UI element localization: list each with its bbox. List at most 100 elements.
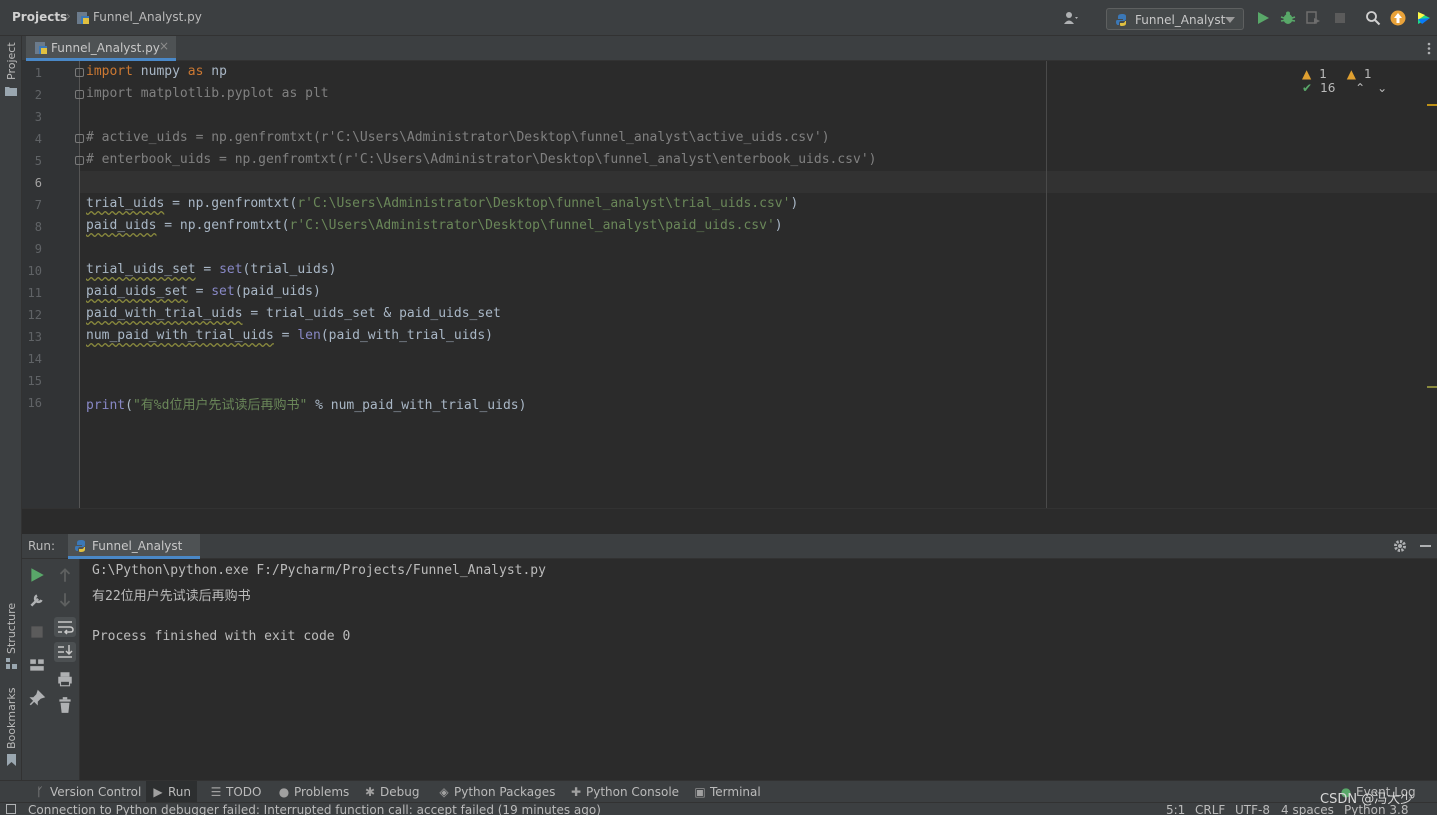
caret-position[interactable]: 5:1	[1166, 803, 1185, 815]
chevron-up-icon[interactable]: ⌃	[1355, 81, 1365, 95]
fold-marker-icon[interactable]	[75, 134, 84, 143]
line-number: 7	[34, 198, 42, 212]
line-number: 2	[34, 88, 42, 102]
warning-icon: ▲	[1302, 67, 1312, 81]
fold-marker-icon[interactable]	[75, 68, 84, 77]
code-line-5: # enterbook_uids = np.genfromtxt(r'C:\Us…	[86, 152, 877, 167]
print-icon[interactable]	[56, 670, 74, 688]
tool-tab-todo[interactable]: ☰ TODO	[210, 785, 262, 799]
console-line: Process finished with exit code 0	[92, 629, 351, 644]
code-line-8: paid_uids = np.genfromtxt(r'C:\Users\Adm…	[86, 218, 783, 233]
tool-tab-run[interactable]: ▶ Run	[146, 781, 198, 803]
search-icon[interactable]	[1365, 10, 1381, 26]
soft-wrap-icon[interactable]	[54, 617, 76, 637]
scrollbar-warning-marker[interactable]	[1427, 386, 1437, 388]
tool-tab-label: Python Console	[586, 785, 680, 799]
fold-marker-icon[interactable]	[75, 156, 84, 165]
keyword-token: as	[187, 64, 204, 79]
tool-tab-python-packages[interactable]: ◈ Python Packages	[438, 785, 555, 799]
tool-tab-problems[interactable]: ● Problems	[278, 785, 350, 799]
stop-icon[interactable]	[28, 623, 46, 641]
check-icon: ✔	[1302, 81, 1313, 95]
update-icon[interactable]	[1390, 10, 1406, 26]
run-icon[interactable]	[1255, 10, 1271, 26]
code-token: paid_with_trial_uids	[86, 306, 243, 321]
run-tab-label: Funnel_Analyst	[92, 539, 183, 553]
code-token: trial_uids	[86, 196, 165, 211]
scroll-to-end-icon[interactable]	[54, 642, 76, 662]
inspection-widget[interactable]: ▲ 1 ▲ 1 ✔ 16 ⌃ ⌄	[1302, 67, 1437, 95]
caret-row-highlight	[22, 171, 1437, 193]
debug-icon[interactable]	[1280, 10, 1296, 26]
warning-count[interactable]: ▲ 1	[1302, 67, 1335, 81]
gear-icon[interactable]	[1393, 539, 1407, 553]
stop-icon[interactable]	[1332, 10, 1348, 26]
navigation-bar: Projects › Funnel_Analyst.py Funnel_Anal…	[0, 0, 1437, 36]
code-token: = np.genfromtxt(	[156, 218, 290, 233]
code-token: = trial_uids_set & paid_uids_set	[242, 306, 501, 321]
run-console-output[interactable]: G:\Python\python.exe F:/Pycharm/Projects…	[80, 559, 1437, 780]
tool-tab-terminal[interactable]: ▣ Terminal	[694, 785, 760, 799]
tool-tab-debug[interactable]: ✱ Debug	[364, 785, 420, 799]
coverage-icon[interactable]	[1305, 10, 1321, 26]
run-tab-funnel-analyst[interactable]: Funnel_Analyst	[68, 534, 200, 559]
status-message[interactable]: Connection to Python debugger failed: In…	[28, 803, 601, 815]
tool-tab-python-console[interactable]: ✚ Python Console	[570, 785, 679, 799]
line-separator[interactable]: CRLF	[1195, 803, 1225, 815]
code-line-10: trial_uids_set = set(trial_uids)	[86, 262, 336, 277]
line-number: 8	[34, 220, 42, 234]
tool-tab-label: Problems	[294, 785, 350, 799]
arrow-down-icon[interactable]	[56, 591, 74, 609]
close-icon[interactable]: ×	[159, 39, 169, 53]
builtin-token: set	[211, 284, 235, 299]
arrow-up-icon[interactable]	[56, 566, 74, 584]
user-icon[interactable]	[1063, 10, 1079, 26]
weak-warning-icon: ▲	[1346, 67, 1356, 81]
code-token: num_paid_with_trial_uids	[86, 328, 274, 343]
branch-icon: ᚴ	[36, 785, 44, 799]
structure-tool-button[interactable]: Structure	[5, 603, 18, 654]
line-number-current: 6	[34, 176, 42, 190]
code-token: )	[790, 196, 799, 211]
typo-count[interactable]: ✔ 16	[1302, 81, 1343, 95]
editor-tab-funnel-analyst[interactable]: Funnel_Analyst.py ×	[26, 36, 176, 61]
bookmarks-tool-button[interactable]: Bookmarks	[5, 688, 18, 749]
tool-windows-toggle-icon[interactable]	[6, 804, 16, 814]
project-tool-button[interactable]: Project	[5, 42, 18, 80]
chevron-down-icon[interactable]: ⌄	[1377, 81, 1387, 95]
keyword-token: import	[86, 64, 133, 79]
file-encoding[interactable]: UTF-8	[1235, 803, 1270, 815]
run-configuration-select[interactable]: Funnel_Analyst	[1106, 8, 1244, 30]
info-icon: ●	[278, 785, 290, 799]
code-line-4: # active_uids = np.genfromtxt(r'C:\Users…	[86, 130, 830, 145]
layout-icon[interactable]	[28, 656, 46, 674]
jetbrains-toolbox-icon[interactable]	[1416, 10, 1432, 26]
breadcrumb-file[interactable]: Funnel_Analyst.py	[93, 10, 202, 24]
code-editor[interactable]: 1 2 3 4 5 6 7 8 9 10 11 12 13 14 15 16 i…	[22, 61, 1437, 508]
run-toolbar-secondary	[50, 559, 80, 780]
weak-warning-count[interactable]: ▲ 1	[1347, 67, 1380, 81]
trash-icon[interactable]	[56, 696, 74, 714]
line-number: 14	[27, 352, 42, 366]
tool-tab-label: Debug	[380, 785, 420, 799]
rerun-icon[interactable]	[28, 566, 46, 584]
wrench-icon[interactable]	[28, 591, 46, 609]
line-number: 13	[27, 330, 42, 344]
minimize-icon[interactable]	[1420, 545, 1431, 547]
pin-icon[interactable]	[28, 689, 46, 707]
bookmark-icon	[7, 754, 16, 766]
typo-count-value: 16	[1320, 81, 1336, 95]
breadcrumb-projects[interactable]: Projects	[12, 10, 67, 24]
tool-tab-label: TODO	[226, 785, 262, 799]
scrollbar-warning-marker[interactable]	[1427, 104, 1437, 106]
line-number: 12	[27, 308, 42, 322]
tool-window-bar: ᚴ Version Control ▶ Run ☰ TODO ● Problems ✱ D…	[0, 780, 1437, 803]
fold-marker-icon[interactable]	[75, 90, 84, 99]
code-token: paid_uids	[86, 218, 157, 233]
left-tool-stripe: Project Structure Bookmarks	[0, 36, 22, 780]
tab-label: Funnel_Analyst.py	[51, 41, 160, 55]
tool-tab-version-control[interactable]: ᚴ Version Control	[34, 785, 141, 799]
more-options-icon[interactable]	[1427, 42, 1431, 55]
code-token: =	[273, 328, 298, 343]
code-token: = np.genfromtxt(	[164, 196, 298, 211]
